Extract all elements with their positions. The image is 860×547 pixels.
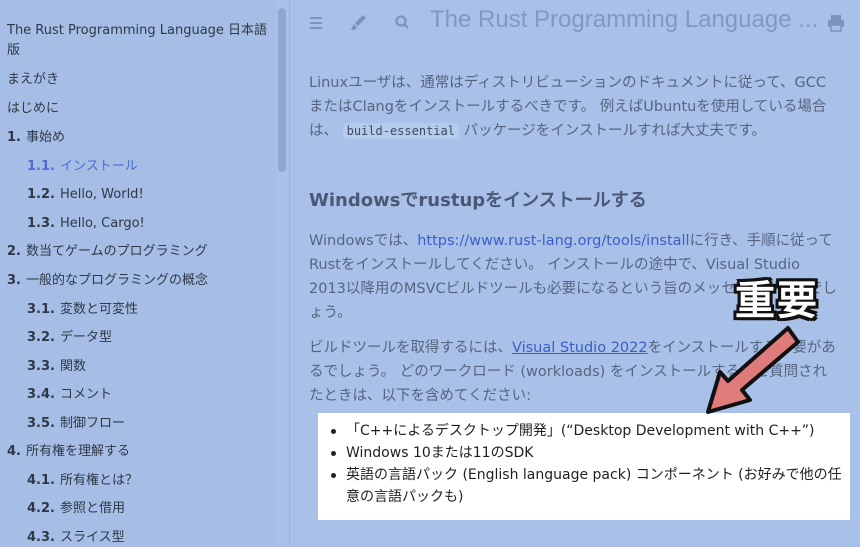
- section-heading[interactable]: Windowsでrustupをインストールする: [309, 186, 647, 212]
- sidebar-item-label: 関数: [59, 359, 86, 374]
- sidebar-item-hello-cargo[interactable]: 1.3. Hello, Cargo!: [27, 215, 145, 233]
- sidebar-item-label: はじめに: [7, 101, 60, 116]
- sidebar-item-number: 1.: [7, 130, 21, 145]
- sidebar-item-number: 3.: [7, 273, 21, 288]
- book-heading: The Rust Programming Language ...: [430, 6, 819, 33]
- important-annotation-label: 重要: [735, 278, 819, 324]
- sidebar-item-hello-world[interactable]: 1.2. Hello, World!: [27, 186, 144, 204]
- sidebar-item-label: Hello, Cargo!: [59, 216, 145, 231]
- arrow-icon: [706, 326, 800, 414]
- sidebar-item-number: 1.2.: [27, 187, 55, 202]
- sidebar-book-title[interactable]: The Rust Programming Language 日本語版: [7, 21, 269, 61]
- sidebar-item-number: 4.: [7, 444, 21, 459]
- visual-studio-link[interactable]: Visual Studio 2022: [512, 340, 648, 356]
- sidebar-item-number: 1.1.: [27, 159, 55, 174]
- sidebar-item-label: 所有権とは？: [59, 473, 138, 488]
- search-icon[interactable]: [393, 13, 413, 33]
- paragraph-text: パッケージをインストールすれば大丈夫です。: [463, 123, 767, 139]
- sidebar-item-data-types[interactable]: 3.2. データ型: [27, 329, 112, 347]
- sidebar-item-label: 参照と借用: [59, 501, 125, 516]
- sidebar-item-control-flow[interactable]: 3.5. 制御フロー: [27, 415, 125, 433]
- sidebar-item-references[interactable]: 4.2. 参照と借用: [27, 500, 125, 518]
- sidebar-item-label: コメント: [59, 387, 112, 402]
- inline-code: build-essential: [342, 123, 459, 139]
- print-icon[interactable]: [826, 13, 846, 33]
- sidebar-item-number: 4.1.: [27, 473, 55, 488]
- sidebar-item-number: 3.5.: [27, 416, 55, 431]
- sidebar-item-label: データ型: [59, 330, 112, 345]
- sidebar-item-number: 2.: [7, 244, 21, 259]
- sidebar-item-guessing-game[interactable]: 2. 数当てゲームのプログラミング: [7, 243, 208, 261]
- sidebar-item-installation[interactable]: 1.1. インストール: [27, 158, 138, 176]
- sidebar-item-label: 変数と可変性: [59, 302, 138, 317]
- sidebar-item-comments[interactable]: 3.4. コメント: [27, 386, 112, 404]
- sidebar-item-number: 1.3.: [27, 216, 55, 231]
- paragraph-text: ビルドツールを取得するには、: [309, 340, 512, 356]
- menu-icon[interactable]: [307, 13, 327, 33]
- sidebar-item-variables[interactable]: 3.1. 変数と可変性: [27, 301, 138, 319]
- sidebar-item-slices[interactable]: 4.3. スライス型: [27, 529, 125, 547]
- sidebar-item-number: 3.2.: [27, 330, 55, 345]
- sidebar-item-getting-started[interactable]: 1. 事始め: [7, 129, 65, 147]
- sidebar-item-label: 所有権を理解する: [25, 444, 130, 459]
- sidebar-item-number: 4.2.: [27, 501, 55, 516]
- sidebar-item-common-concepts[interactable]: 3. 一般的なプログラミングの概念: [7, 272, 208, 290]
- sidebar-item-label: まえがき: [7, 72, 60, 87]
- paragraph-text: Windowsでは、: [309, 233, 418, 249]
- sidebar-item-label: 数当てゲームのプログラミング: [25, 244, 208, 259]
- sidebar-item-introduction[interactable]: はじめに: [7, 100, 59, 118]
- sidebar-item-label: 制御フロー: [59, 416, 125, 431]
- sidebar-item-ownership[interactable]: 4. 所有権を理解する: [7, 443, 130, 461]
- sidebar-item-number: 4.3.: [27, 530, 55, 545]
- sidebar-item-label: 一般的なプログラミングの概念: [25, 273, 208, 288]
- sidebar-item-label: スライス型: [59, 530, 125, 545]
- sidebar-item-label: 事始め: [25, 130, 65, 145]
- brush-icon[interactable]: [349, 13, 369, 33]
- list-item: Windows 10または11のSDK: [331, 442, 846, 464]
- sidebar-item-number: 3.1.: [27, 302, 55, 317]
- sidebar-item-label: Hello, World!: [59, 187, 144, 202]
- workloads-callout: 「C++によるデスクトップ開発」(“Desktop Development wi…: [318, 413, 850, 520]
- sidebar-item-functions[interactable]: 3.3. 関数: [27, 358, 86, 376]
- list-item: 英語の言語パック (English language pack) コンポーネント…: [331, 464, 846, 508]
- paragraph-linux: Linuxユーザは、通常はディストリビューションのドキュメントに従って、GCCま…: [309, 71, 839, 143]
- rust-install-link[interactable]: https://www.rust-lang.org/tools/install: [417, 233, 689, 249]
- sidebar-item-number: 3.3.: [27, 359, 55, 374]
- sidebar-divider: [289, 0, 290, 547]
- sidebar-item-foreword[interactable]: まえがき: [7, 71, 59, 89]
- sidebar: The Rust Programming Language 日本語版 まえがき …: [0, 0, 276, 547]
- sidebar-scrollbar[interactable]: [278, 8, 286, 172]
- list-item: 「C++によるデスクトップ開発」(“Desktop Development wi…: [331, 420, 846, 442]
- sidebar-item-what-is-ownership[interactable]: 4.1. 所有権とは？: [27, 472, 138, 490]
- sidebar-item-label: インストール: [59, 159, 138, 174]
- sidebar-item-number: 3.4.: [27, 387, 55, 402]
